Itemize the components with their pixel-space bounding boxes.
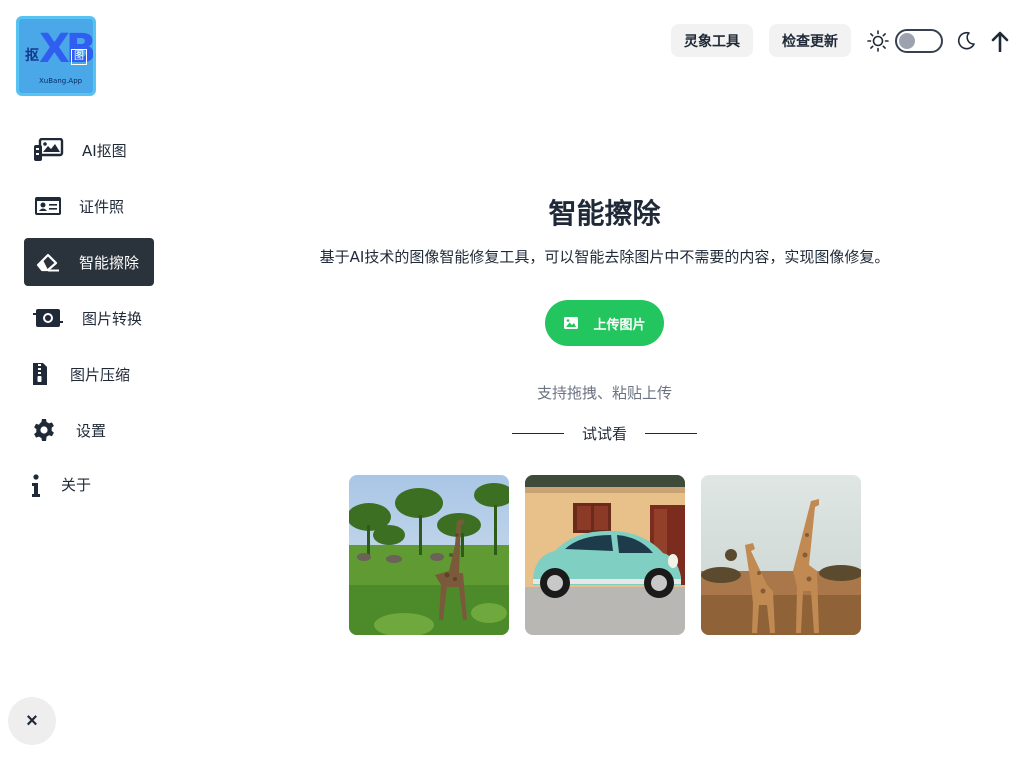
sample-image-two-giraffes[interactable]: [701, 475, 861, 635]
page-description: 基于AI技术的图像智能修复工具，可以智能去除图片中不需要的内容，实现图像修复。: [319, 248, 890, 266]
gear-icon: [32, 418, 56, 442]
info-icon: [30, 474, 42, 498]
toggle-knob: [899, 32, 915, 49]
logo-sub-text: XuBang.App: [39, 77, 83, 85]
app-logo: 抠 XB 图 XuBang.App: [16, 16, 96, 96]
divider-line: [512, 433, 564, 434]
sample-images: [349, 475, 877, 635]
giraffe-savanna-photo: [349, 475, 509, 635]
images-icon: [32, 138, 64, 162]
image-icon: [563, 316, 579, 330]
check-update-button[interactable]: 检查更新: [769, 24, 851, 57]
top-bar: 灵象工具 检查更新: [671, 24, 1011, 57]
try-divider: 试试看: [512, 423, 697, 444]
tools-button[interactable]: 灵象工具: [671, 24, 753, 57]
sidebar-item-label: 设置: [76, 422, 107, 440]
sidebar-nav: AI抠图 证件照 智能擦除 图片转换 图片压缩 设置 关于: [24, 126, 154, 518]
theme-toggle[interactable]: [895, 28, 943, 53]
sidebar-item-image-convert[interactable]: 图片转换: [24, 294, 154, 342]
logo-right-text: 图: [71, 49, 87, 65]
try-label: 试试看: [581, 425, 627, 443]
sample-image-giraffe-savanna[interactable]: [349, 475, 509, 635]
drag-paste-hint: 支持拖拽、粘贴上传: [536, 384, 672, 402]
sample-image-vintage-car[interactable]: [525, 475, 685, 635]
sidebar-item-ai-matting[interactable]: AI抠图: [24, 126, 154, 174]
upload-image-button[interactable]: 上传图片: [545, 300, 664, 346]
vintage-car-photo: [525, 475, 685, 635]
close-button[interactable]: ×: [8, 697, 56, 745]
page-title: 智能擦除: [548, 197, 661, 230]
convert-icon: [32, 306, 64, 330]
moon-icon: [955, 30, 977, 52]
sidebar-item-label: AI抠图: [82, 142, 127, 160]
divider-line: [644, 433, 697, 434]
sun-icon: [867, 29, 889, 52]
sidebar-item-about[interactable]: 关于: [24, 462, 154, 510]
two-giraffes-photo: [701, 475, 861, 635]
upload-button-label: 上传图片: [593, 317, 646, 333]
sidebar-item-settings[interactable]: 设置: [24, 406, 154, 454]
sidebar-item-label: 图片转换: [82, 310, 143, 328]
logo-left-text: 抠: [25, 48, 39, 64]
sidebar-item-label: 关于: [61, 476, 92, 494]
arrow-up-icon[interactable]: [989, 30, 1011, 52]
